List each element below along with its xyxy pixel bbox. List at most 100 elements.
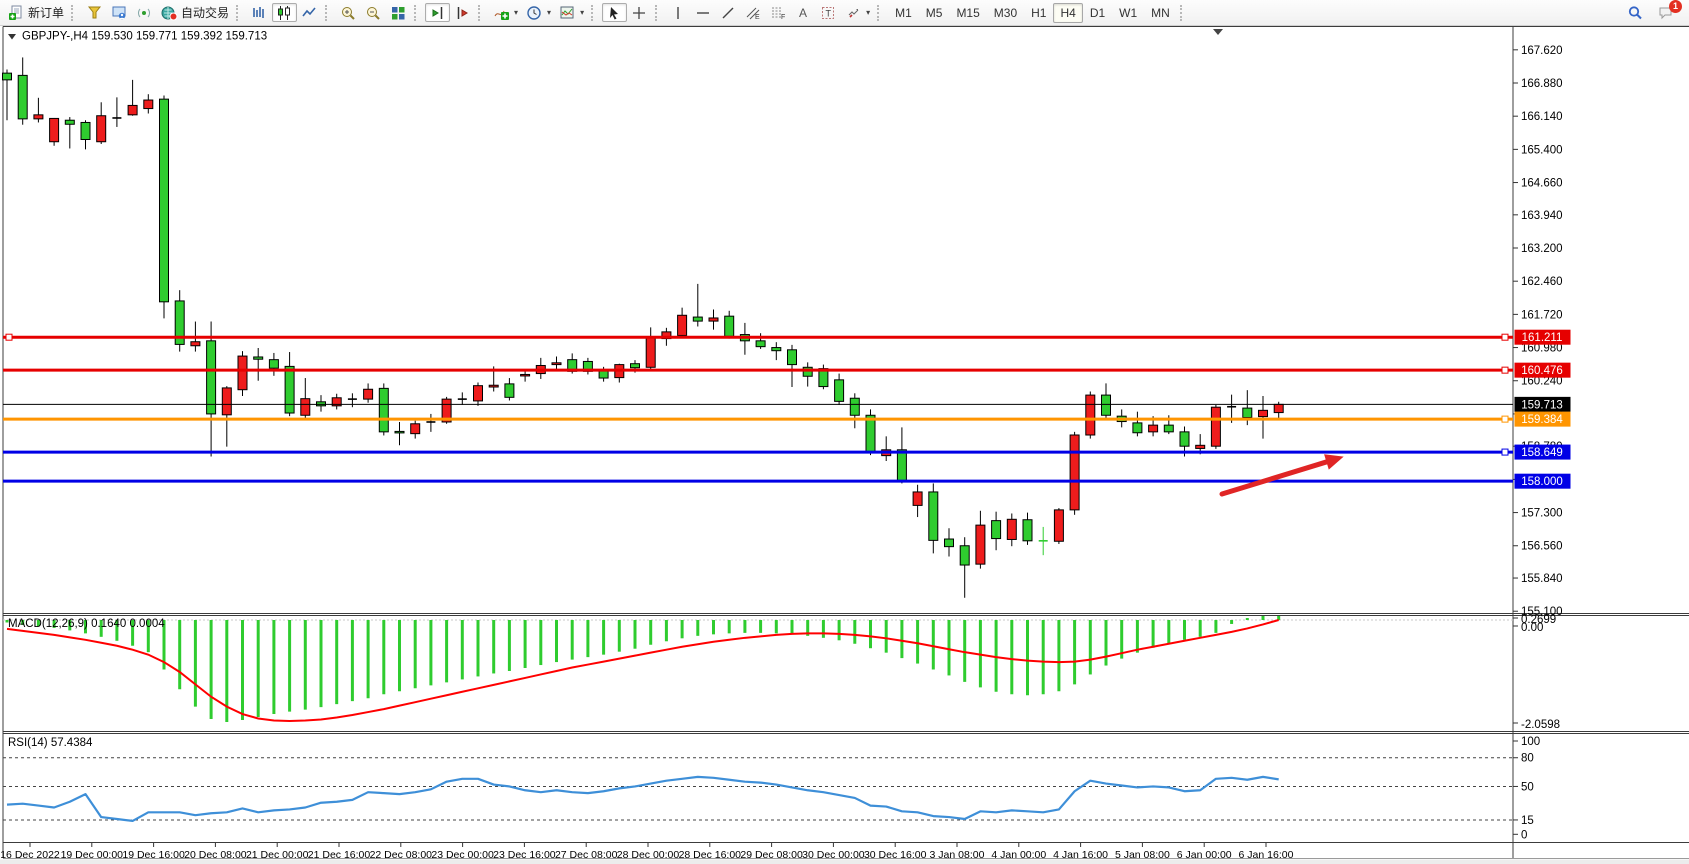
svg-text:0: 0 xyxy=(1521,829,1527,841)
crosshair-button[interactable] xyxy=(627,3,652,22)
indicators-button[interactable]: ▾ xyxy=(489,3,522,22)
chevron-down-icon[interactable]: ▾ xyxy=(866,8,870,17)
chart-canvas[interactable]: 167.620166.880166.140165.400164.660163.9… xyxy=(0,26,1689,864)
svg-text:50: 50 xyxy=(1521,781,1534,793)
chart-shift-button[interactable] xyxy=(450,3,475,22)
arrows-button[interactable]: ▾ xyxy=(841,3,874,22)
timeframe-m5-button[interactable]: M5 xyxy=(919,3,950,23)
toolbar-group-3 xyxy=(334,0,413,25)
new-order-button[interactable]: 新订单 xyxy=(4,3,68,22)
vertical-line-button[interactable] xyxy=(666,3,691,22)
chevron-down-icon[interactable]: ▾ xyxy=(547,8,551,17)
toolbar-grip xyxy=(236,5,242,21)
svg-text:80: 80 xyxy=(1521,753,1534,765)
zoom-in-button[interactable] xyxy=(336,3,361,22)
styles-button[interactable] xyxy=(82,3,107,22)
signal-icon xyxy=(136,5,153,21)
periods-button[interactable]: ▾ xyxy=(522,3,555,22)
svg-text:166.140: 166.140 xyxy=(1521,111,1563,123)
svg-text:21 Dec 00:00: 21 Dec 00:00 xyxy=(246,849,309,861)
crosshair-icon xyxy=(631,5,648,21)
text-button[interactable]: A xyxy=(791,3,816,22)
cursor-button[interactable] xyxy=(602,3,627,22)
cursor-icon xyxy=(606,5,623,21)
toolbar-grip xyxy=(655,5,661,21)
new-order-icon xyxy=(8,5,25,21)
svg-text:0.00: 0.00 xyxy=(1521,622,1543,634)
svg-text:158.649: 158.649 xyxy=(1521,447,1563,459)
hline-handle[interactable] xyxy=(6,334,12,340)
line-chart-button[interactable] xyxy=(297,3,322,22)
svg-text:29 Dec 08:00: 29 Dec 08:00 xyxy=(740,849,803,861)
zoom-out-button[interactable] xyxy=(361,3,386,22)
svg-text:158.000: 158.000 xyxy=(1521,476,1563,488)
svg-text:A: A xyxy=(799,6,807,20)
chat-icon: 1 xyxy=(1658,5,1675,21)
svg-text:22 Dec 08:00: 22 Dec 08:00 xyxy=(370,849,433,861)
toolbar-grip xyxy=(325,5,331,21)
tile-icon xyxy=(390,5,407,21)
hline-handle[interactable] xyxy=(1502,334,1508,340)
svg-text:20 Dec 08:00: 20 Dec 08:00 xyxy=(184,849,247,861)
template-icon xyxy=(559,5,576,21)
toolbar-grip xyxy=(71,5,77,21)
svg-text:161.720: 161.720 xyxy=(1521,309,1563,321)
chevron-down-icon[interactable]: ▾ xyxy=(580,8,584,17)
timeframe-h1-button[interactable]: H1 xyxy=(1024,3,1053,23)
svg-text:F: F xyxy=(781,14,785,21)
templates-button[interactable]: ▾ xyxy=(555,3,588,22)
equidistant-channel-button[interactable]: E xyxy=(741,3,766,22)
rsi-label: RSI(14) 57.4384 xyxy=(8,737,93,749)
trend-icon xyxy=(720,5,737,21)
arrows-icon xyxy=(845,5,862,21)
zoomout-icon xyxy=(365,5,382,21)
svg-text:100: 100 xyxy=(1521,736,1540,748)
search-button[interactable] xyxy=(1623,3,1648,22)
autotrade-icon xyxy=(161,5,178,21)
chevron-down-icon[interactable]: ▾ xyxy=(514,8,518,17)
candlestick-chart-button[interactable] xyxy=(272,3,297,22)
svg-text:27 Dec 08:00: 27 Dec 08:00 xyxy=(555,849,618,861)
timeframe-m1-button[interactable]: M1 xyxy=(888,3,919,23)
hline-handle[interactable] xyxy=(1502,367,1508,373)
symbol-title: GBPJPY-,H4 159.530 159.771 159.392 159.7… xyxy=(22,31,267,43)
auto-scroll-button[interactable] xyxy=(425,3,450,22)
funnel-icon xyxy=(86,5,103,21)
timeframe-m30-button[interactable]: M30 xyxy=(987,3,1024,23)
svg-text:167.620: 167.620 xyxy=(1521,45,1563,57)
svg-text:161.211: 161.211 xyxy=(1522,332,1563,344)
timeframe-m15-button[interactable]: M15 xyxy=(949,3,986,23)
svg-text:21 Dec 16:00: 21 Dec 16:00 xyxy=(308,849,371,861)
text-label-button[interactable]: T xyxy=(816,3,841,22)
svg-text:E: E xyxy=(755,14,760,21)
hline-handle[interactable] xyxy=(1502,449,1508,455)
svg-text:23 Dec 16:00: 23 Dec 16:00 xyxy=(493,849,556,861)
notifications-button[interactable]: 1 xyxy=(1654,3,1679,22)
profile-icon xyxy=(111,5,128,21)
trendline-button[interactable] xyxy=(716,3,741,22)
svg-text:156.560: 156.560 xyxy=(1521,541,1563,553)
svg-text:4 Jan 00:00: 4 Jan 00:00 xyxy=(991,849,1046,861)
signals-button[interactable] xyxy=(132,3,157,22)
toolbar-right: 1 xyxy=(1623,3,1687,22)
toolbar-group-1: 自动交易 xyxy=(80,0,235,25)
hline-icon xyxy=(695,5,712,21)
new-order-button-label: 新订单 xyxy=(28,4,64,21)
clock-icon xyxy=(526,5,543,21)
timeframe-h4-button[interactable]: H4 xyxy=(1053,3,1082,23)
fibonacci-button[interactable]: F xyxy=(766,3,791,22)
toolbar-group-4 xyxy=(423,0,477,25)
timeframe-mn-button[interactable]: MN xyxy=(1144,3,1177,23)
svg-text:5 Jan 08:00: 5 Jan 08:00 xyxy=(1115,849,1170,861)
svg-text:28 Dec 00:00: 28 Dec 00:00 xyxy=(617,849,680,861)
tile-windows-button[interactable] xyxy=(386,3,411,22)
svg-text:3 Jan 08:00: 3 Jan 08:00 xyxy=(930,849,985,861)
timeframe-w1-button[interactable]: W1 xyxy=(1112,3,1144,23)
svg-text:160.476: 160.476 xyxy=(1521,365,1563,377)
hline-handle[interactable] xyxy=(1502,416,1508,422)
horizontal-line-button[interactable] xyxy=(691,3,716,22)
bar-chart-button[interactable] xyxy=(247,3,272,22)
auto-trading-button[interactable]: 自动交易 xyxy=(157,3,233,22)
timeframe-d1-button[interactable]: D1 xyxy=(1083,3,1112,23)
profiles-button[interactable] xyxy=(107,3,132,22)
